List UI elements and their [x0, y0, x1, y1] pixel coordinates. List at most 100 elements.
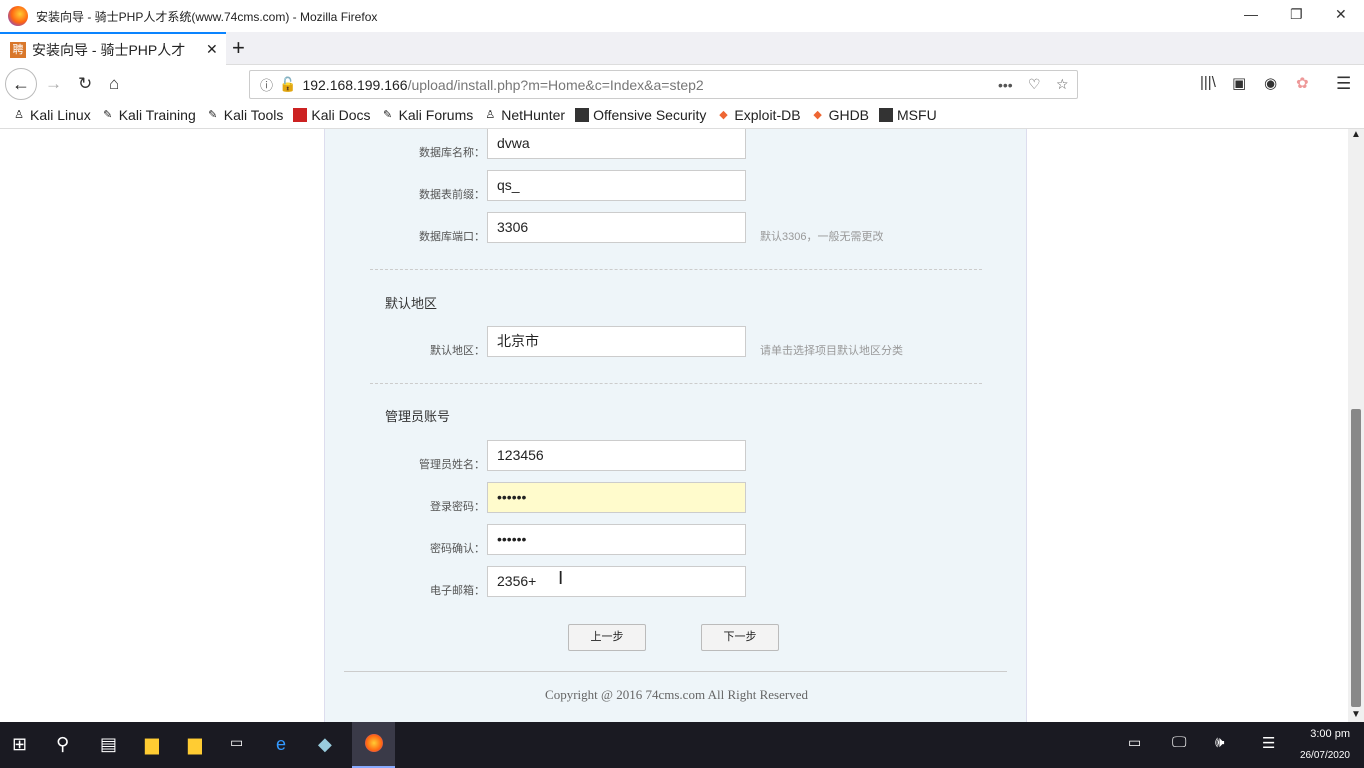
minimize-button[interactable]: — [1244, 6, 1258, 22]
home-button[interactable]: ⌂ [109, 74, 119, 94]
vertical-scrollbar[interactable]: ▲ ▼ [1348, 129, 1364, 722]
divider [370, 269, 982, 270]
favicon-icon: 聘 [10, 41, 26, 58]
bookmark-msfu[interactable]: MSFU [879, 107, 937, 123]
window-title: 安装向导 - 骑士PHP人才系统(www.74cms.com) - Mozill… [36, 9, 378, 24]
navigation-toolbar: ← → ↻ ⌂ ⓘ 🔓 192.168.199.166/upload/insta… [0, 65, 1364, 102]
password-confirm-input[interactable]: •••••• [487, 524, 746, 555]
clock-date[interactable]: 26/07/2020 [1290, 750, 1350, 761]
next-step-button[interactable]: 下一步 [701, 624, 779, 651]
admin-section-title: 管理员账号 [385, 409, 451, 424]
forward-button[interactable]: → [45, 74, 62, 94]
install-panel: 数据库名称： dvwa 数据表前缀： qs_ 数据库端口： 3306 默认330… [324, 129, 1027, 722]
password-confirm-label: 密码确认： [430, 543, 485, 555]
scroll-up-icon[interactable]: ▲ [1351, 129, 1361, 140]
terminal-icon[interactable]: ▭ [230, 734, 243, 751]
windows-start-icon[interactable]: ⊞ [12, 734, 27, 755]
ghdb-icon: ◆ [813, 109, 822, 121]
clock-time[interactable]: 3:00 pm [1300, 728, 1350, 740]
footer-divider [344, 671, 1007, 672]
scroll-down-icon[interactable]: ▼ [1351, 709, 1361, 720]
region-label: 默认地区： [430, 345, 485, 357]
offsec-icon [575, 108, 590, 122]
task-view-icon[interactable]: ▤ [100, 734, 117, 755]
menu-icon[interactable]: ☰ [1336, 74, 1351, 94]
bookmark-kali-forums[interactable]: ✎ Kali Forums [381, 107, 473, 123]
url-bar[interactable]: ⓘ 🔓 192.168.199.166/upload/install.php?m… [249, 70, 1078, 99]
restore-button[interactable]: ❐ [1290, 6, 1303, 23]
password-label: 登录密码： [430, 501, 485, 513]
kali-icon: ✎ [382, 109, 393, 121]
db-port-hint: 默认3306，一般无需更改 [760, 231, 884, 243]
bookmark-offensive-security[interactable]: Offensive Security [575, 107, 706, 123]
taskbar: ⊞ ⚲ ▤ ▆ ▆ ▭ e ◆ ▭ 🖵 🕪 ☰ 3:00 pm 26/07/20… [0, 722, 1364, 768]
url-path: /upload/install.php?m=Home&c=Index&a=ste… [407, 76, 704, 93]
db-prefix-input[interactable]: qs_ [487, 170, 746, 201]
bookmark-kali-training[interactable]: ✎ Kali Training [101, 107, 196, 123]
nethunter-icon: ♙ [485, 109, 496, 121]
bookmark-ghdb[interactable]: ◆ GHDB [811, 107, 869, 123]
db-name-label: 数据库名称： [419, 147, 485, 159]
close-tab-icon[interactable]: ✕ [206, 41, 218, 58]
reload-button[interactable]: ↻ [78, 74, 92, 94]
search-icon[interactable]: ⚲ [56, 734, 69, 755]
bookmark-nethunter[interactable]: ♙ NetHunter [483, 107, 565, 123]
email-input[interactable]: 2356+ [487, 566, 746, 597]
window-titlebar: 安装向导 - 骑士PHP人才系统(www.74cms.com) - Mozill… [0, 0, 1364, 32]
region-hint: 请单击选择项目默认地区分类 [760, 345, 903, 357]
bookmark-star-icon[interactable]: ☆ [1056, 76, 1069, 93]
exploitdb-icon: ◆ [719, 109, 728, 121]
sidebar-icon[interactable]: ▣ [1232, 74, 1246, 92]
db-port-label: 数据库端口： [419, 231, 485, 243]
app-icon[interactable]: ◆ [318, 734, 332, 755]
new-tab-button[interactable]: + [232, 35, 245, 61]
file-explorer-icon[interactable]: ▆ [145, 734, 159, 755]
bookmark-exploit-db[interactable]: ◆ Exploit-DB [716, 107, 800, 123]
firefox-icon [8, 6, 28, 26]
admin-name-label: 管理员姓名： [419, 459, 485, 471]
bookmark-kali-tools[interactable]: ✎ Kali Tools [206, 107, 283, 123]
msfu-icon [879, 108, 894, 122]
firefox-icon [365, 734, 383, 752]
bookmarks-toolbar: ♙ Kali Linux ✎ Kali Training ✎ Kali Tools K… [0, 102, 1364, 129]
firefox-taskbar-button[interactable] [352, 722, 395, 768]
region-input[interactable]: 北京市 [487, 326, 746, 357]
prev-step-button[interactable]: 上一步 [568, 624, 646, 651]
db-prefix-label: 数据表前缀： [419, 189, 485, 201]
text-cursor-icon: Ⅰ [558, 568, 564, 588]
kali-icon: ✎ [208, 109, 218, 121]
volume-icon[interactable]: 🕪 [1215, 734, 1224, 751]
tab-install-wizard[interactable]: 聘 安装向导 - 骑士PHP人才 ✕ [0, 32, 226, 65]
info-icon[interactable]: ⓘ [260, 75, 273, 94]
folder-icon[interactable]: ▆ [188, 734, 202, 755]
network-icon[interactable]: 🖵 [1172, 734, 1186, 751]
admin-name-input[interactable]: 123456 [487, 440, 746, 471]
insecure-lock-icon: 🔓 [279, 76, 297, 92]
battery-icon[interactable]: ▭ [1128, 734, 1141, 751]
notifications-icon[interactable]: ☰ [1262, 734, 1275, 752]
tab-strip: 聘 安装向导 - 骑士PHP人才 ✕ + [0, 32, 1364, 65]
db-name-input[interactable]: dvwa [487, 129, 746, 159]
url-host: 192.168.199.166 [302, 76, 408, 93]
kali-icon: ♙ [14, 109, 24, 121]
divider [370, 383, 982, 384]
db-port-input[interactable]: 3306 [487, 212, 746, 243]
pocket-icon[interactable]: ♡ [1028, 76, 1041, 93]
kali-icon: ✎ [103, 109, 113, 121]
close-window-button[interactable]: ✕ [1335, 6, 1347, 23]
back-button[interactable]: ← [5, 68, 37, 100]
copyright: Copyright @ 2016 74cms.com All Right Res… [545, 687, 808, 702]
scrollbar-thumb[interactable] [1351, 409, 1361, 707]
email-label: 电子邮箱： [430, 585, 485, 597]
edge-icon[interactable]: e [276, 734, 286, 755]
bookmark-kali-docs[interactable]: Kali Docs [293, 107, 371, 123]
extension-icon[interactable]: ✿ [1296, 74, 1309, 92]
bookmark-kali-linux[interactable]: ♙ Kali Linux [12, 107, 91, 123]
page-actions-icon[interactable]: ••• [998, 77, 1013, 93]
docs-icon [293, 108, 308, 122]
library-icon[interactable]: |||\ [1200, 74, 1216, 91]
tab-label: 安装向导 - 骑士PHP人才 [32, 41, 186, 58]
account-icon[interactable]: ◉ [1264, 74, 1277, 92]
region-section-title: 默认地区 [385, 296, 438, 311]
password-input[interactable]: •••••• [487, 482, 746, 513]
